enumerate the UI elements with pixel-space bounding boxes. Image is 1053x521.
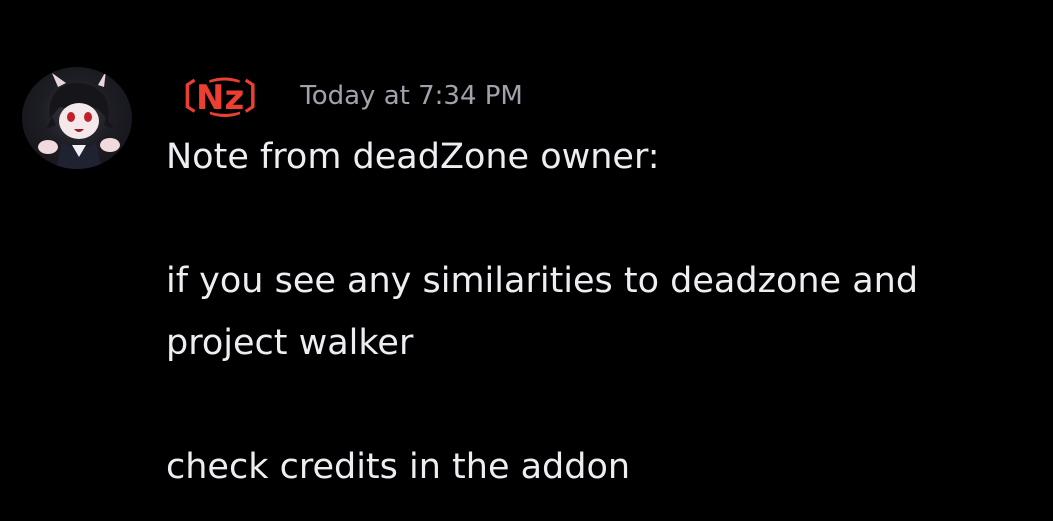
message-line: Note from deadZone owner: <box>166 137 660 177</box>
message-content: Note from deadZone owner: if you see any… <box>166 126 1036 498</box>
username[interactable]: 〔N͜͡z〕 <box>162 70 278 119</box>
message-line: project walker <box>166 323 414 363</box>
avatar-illustration <box>38 71 120 169</box>
message-line: check credits in the addon <box>166 447 631 487</box>
message-line: if you see any similarities to deadzone … <box>166 261 919 301</box>
user-avatar[interactable] <box>22 67 132 169</box>
message-header: 〔N͜͡z〕 Today at 7:34 PM <box>162 70 523 119</box>
chat-message: 〔N͜͡z〕 Today at 7:34 PM Note from deadZo… <box>0 0 1053 521</box>
message-timestamp: Today at 7:34 PM <box>300 81 523 111</box>
message-line-blank <box>166 374 1036 436</box>
message-line-blank <box>166 188 1036 250</box>
